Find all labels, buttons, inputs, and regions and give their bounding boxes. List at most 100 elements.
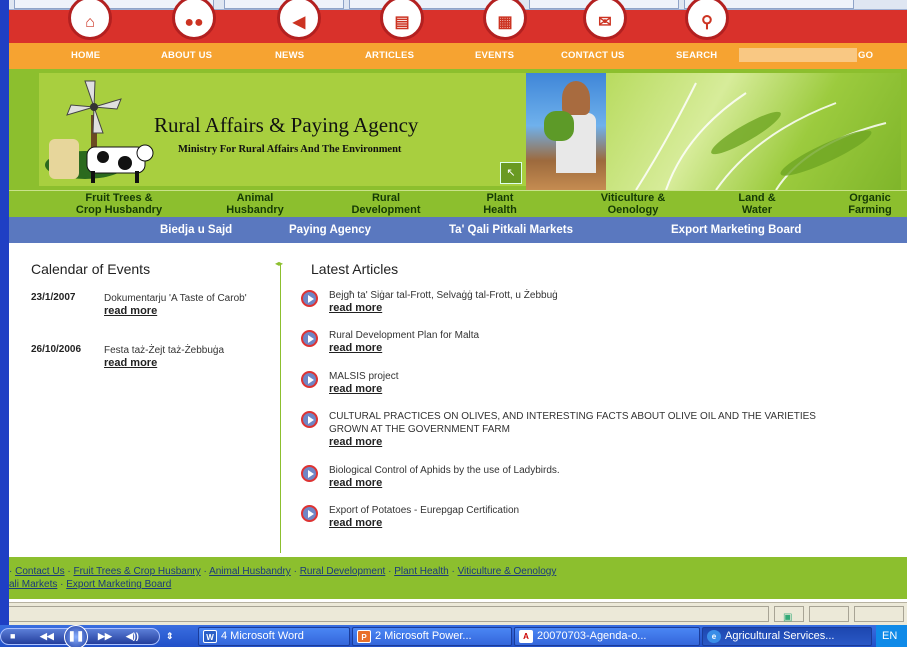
browser-status-bar: ▣: [9, 602, 907, 625]
status-pane: [854, 606, 904, 622]
event-item: Dokumentarju 'A Taste of Carob' read mor…: [104, 292, 264, 318]
footer-link-rural[interactable]: Rural Development: [300, 566, 386, 577]
category-label: Water: [741, 204, 773, 216]
footer-link-animal[interactable]: Animal Husbandry: [209, 566, 291, 577]
search-nav-icon[interactable]: ⚲: [679, 0, 735, 43]
nav-news-link[interactable]: NEWS: [275, 50, 304, 61]
category-plant-health[interactable]: Plant Health: [464, 192, 536, 216]
pause-icon[interactable]: ❚❚: [64, 625, 88, 647]
search-label: SEARCH: [676, 50, 718, 61]
footer-link-export[interactable]: Export Marketing Board: [66, 579, 171, 590]
footer-link-plant[interactable]: Plant Health: [394, 566, 448, 577]
footer-separator: ·: [448, 566, 458, 577]
category-label: Rural: [371, 192, 401, 204]
wheat-leaves-image: [606, 73, 901, 190]
event-date: 23/1/2007: [31, 292, 76, 303]
article-read-more-link[interactable]: read more: [329, 302, 824, 315]
article-item: Biological Control of Aphids by the use …: [301, 464, 821, 494]
taskbar-button-browser[interactable]: e Agricultural Services...: [702, 627, 872, 646]
pdf-icon: A: [519, 630, 533, 643]
article-read-more-link[interactable]: read more: [329, 342, 824, 355]
article-item: Export of Potatoes - Eurepgap Certificat…: [301, 504, 821, 534]
restore-icon[interactable]: ⇕: [166, 631, 174, 642]
category-rural-development[interactable]: Rural Development: [331, 192, 441, 216]
events-heading: Calendar of Events: [31, 261, 151, 277]
article-read-more-link[interactable]: read more: [329, 477, 824, 490]
footer-link-viticulture[interactable]: Viticulture & Oenology: [458, 566, 557, 577]
banner-logo-area: Rural Affairs & Paying Agency Ministry F…: [39, 73, 526, 186]
footer-link-pitkali[interactable]: ali Markets: [9, 579, 57, 590]
article-read-more-link[interactable]: read more: [329, 383, 824, 396]
arrow-bullet-icon[interactable]: [301, 290, 318, 307]
powerpoint-icon: P: [357, 630, 371, 643]
volume-icon[interactable]: ◀)): [126, 631, 139, 642]
browser-tab-strip: [9, 0, 907, 10]
nav-events-link[interactable]: EVENTS: [475, 50, 514, 61]
windmill-cow-logo: [45, 80, 154, 183]
article-read-more-link[interactable]: read more: [329, 517, 824, 530]
subnav-export-board[interactable]: Export Marketing Board: [671, 224, 801, 236]
arrow-bullet-icon[interactable]: [301, 411, 318, 428]
taskbar-button-label: Agricultural Services...: [725, 630, 835, 642]
subnav-pitkali-markets[interactable]: Ta' Qali Pitkali Markets: [449, 224, 573, 236]
nav-about-link[interactable]: ABOUT US: [161, 50, 212, 61]
category-organic-farming[interactable]: Organic Farming: [837, 192, 903, 216]
site-title: Rural Affairs & Paying Agency: [154, 113, 419, 137]
event-title: Dokumentarju 'A Taste of Carob': [104, 293, 247, 304]
contact-nav-icon[interactable]: ✉: [577, 0, 633, 43]
taskbar-button-label: 2 Microsoft Power...: [375, 630, 472, 642]
category-land-water[interactable]: Land & Water: [725, 192, 789, 216]
megaphone-icon: ◀: [292, 14, 306, 31]
language-indicator[interactable]: EN: [876, 625, 907, 647]
media-player-controls: ■ ◀◀ ❚❚ ▶▶ ◀)) ⇕: [0, 625, 180, 647]
footer-link-contact[interactable]: Contact Us: [15, 566, 64, 577]
news-nav-icon[interactable]: ◀: [271, 0, 327, 43]
category-label: Organic: [849, 192, 891, 204]
home-nav-icon[interactable]: ⌂: [62, 0, 118, 43]
category-fruit-trees[interactable]: Fruit Trees & Crop Husbandry: [53, 192, 185, 216]
newspaper-icon: ▤: [394, 14, 410, 31]
taskbar-button-powerpoint[interactable]: P 2 Microsoft Power...: [352, 627, 512, 646]
article-read-more-link[interactable]: read more: [329, 436, 824, 449]
event-read-more-link[interactable]: read more: [104, 357, 264, 370]
previous-icon[interactable]: ◀◀: [40, 631, 54, 642]
footer-link-fruit-trees[interactable]: Fruit Trees & Crop Husbanry: [73, 566, 200, 577]
arrow-bullet-icon[interactable]: [301, 465, 318, 482]
category-label: Viticulture &: [600, 192, 666, 204]
browser-page: ⌂ ●● ◀ ▤ ▦ ✉ ⚲ HOME ABOUT US NEWS ARTICL…: [9, 0, 907, 625]
internet-explorer-icon: e: [707, 630, 721, 643]
windows-taskbar: ■ ◀◀ ❚❚ ▶▶ ◀)) ⇕ W 4 Microsoft Word P 2 Mi…: [0, 625, 907, 647]
arrow-bullet-icon[interactable]: [301, 330, 318, 347]
category-label: Health: [483, 204, 517, 216]
category-label: Land &: [738, 192, 776, 204]
category-label: Husbandry: [226, 204, 284, 216]
event-date: 26/10/2006: [31, 344, 82, 355]
arrow-bullet-icon[interactable]: [301, 505, 318, 522]
about-nav-icon[interactable]: ●●: [166, 0, 222, 43]
arrow-bullet-icon[interactable]: [301, 371, 318, 388]
category-viticulture[interactable]: Viticulture & Oenology: [575, 192, 691, 216]
main-content: Calendar of Events 23/1/2007 Dokumentarj…: [9, 243, 907, 565]
taskbar-button-label: 4 Microsoft Word: [221, 630, 304, 642]
subnav-biedja[interactable]: Biedja u Sajd: [160, 224, 232, 236]
pointer-icon: ↖: [500, 162, 522, 184]
taskbar-button-pdf[interactable]: A 20070703-Agenda-o...: [514, 627, 700, 646]
taskbar-button-label: 20070703-Agenda-o...: [537, 630, 647, 642]
articles-nav-icon[interactable]: ▤: [374, 0, 430, 43]
nav-home-link[interactable]: HOME: [71, 50, 100, 61]
article-title: Export of Potatoes - Eurepgap Certificat…: [329, 505, 520, 516]
category-animal-husbandry[interactable]: Animal Husbandry: [205, 192, 305, 216]
event-read-more-link[interactable]: read more: [104, 305, 264, 318]
subnav-paying-agency[interactable]: Paying Agency: [289, 224, 371, 236]
nav-articles-link[interactable]: ARTICLES: [365, 50, 414, 61]
category-label: Oenology: [607, 204, 659, 216]
site-banner: Rural Affairs & Paying Agency Ministry F…: [9, 69, 907, 190]
search-go-button[interactable]: GO: [858, 50, 873, 61]
stop-icon[interactable]: ■: [10, 631, 15, 641]
taskbar-button-word[interactable]: W 4 Microsoft Word: [198, 627, 350, 646]
footer-separator: ·: [385, 566, 395, 577]
next-icon[interactable]: ▶▶: [98, 631, 112, 642]
nav-contact-link[interactable]: CONTACT US: [561, 50, 625, 61]
search-input[interactable]: [739, 48, 857, 62]
events-nav-icon[interactable]: ▦: [477, 0, 533, 43]
